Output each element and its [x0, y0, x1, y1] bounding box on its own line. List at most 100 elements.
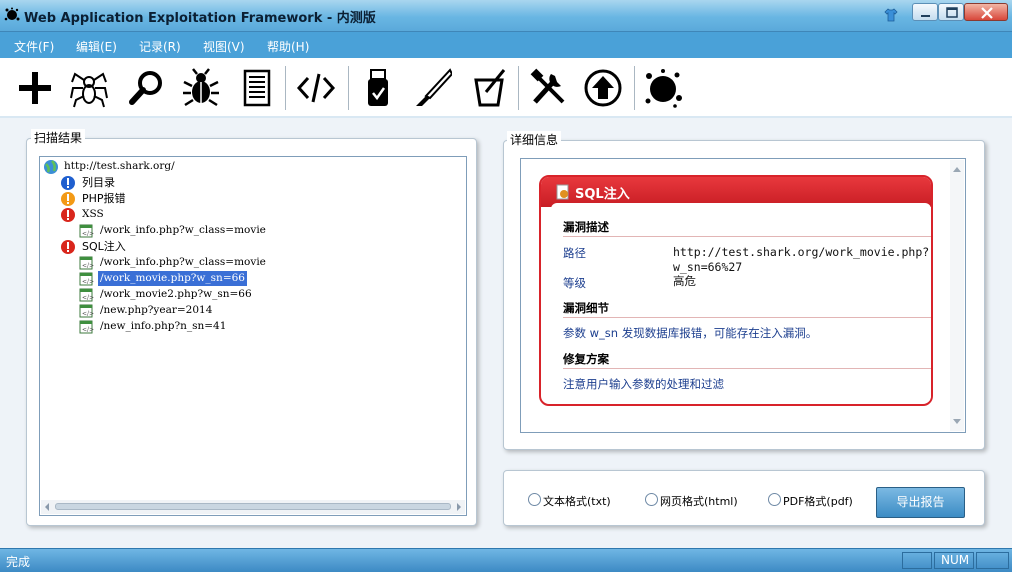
bug-icon	[183, 68, 219, 107]
globe-icon	[44, 160, 58, 174]
tree-node[interactable]: </> /work_info.php?w_class=movie	[78, 223, 338, 239]
tree-node-label: /work_info.php?w_class=movie	[100, 256, 266, 268]
scroll-down-icon[interactable]	[953, 419, 961, 425]
scroll-right-icon[interactable]	[455, 503, 463, 511]
page-icon: </>	[79, 304, 94, 318]
tools-button[interactable]	[526, 64, 572, 112]
splat-icon	[645, 69, 682, 108]
notepad-button[interactable]	[234, 64, 280, 112]
radio-circle[interactable]	[768, 493, 781, 506]
close-button[interactable]	[964, 3, 1008, 21]
scroll-up-icon[interactable]	[953, 166, 961, 172]
svg-text:</>: </>	[82, 311, 94, 318]
tree-node[interactable]: SQL注入	[60, 239, 260, 255]
spider-button[interactable]	[66, 64, 112, 112]
info-icon	[61, 176, 75, 190]
svg-text:</>: </>	[82, 263, 94, 270]
search-button[interactable]	[124, 64, 170, 112]
format-pdf-label: PDF格式(pdf)	[783, 495, 853, 508]
toolbar-separator	[348, 66, 349, 110]
error-icon	[61, 208, 75, 222]
export-report-button[interactable]: 导出报告	[876, 487, 965, 518]
tree-node[interactable]: </> /new_info.php?n_sn=41	[78, 319, 338, 335]
tree-node-label: /new_info.php?n_sn=41	[100, 320, 227, 332]
section-divider	[563, 317, 931, 318]
add-button[interactable]	[12, 64, 58, 112]
tree-root-label: http://test.shark.org/	[64, 160, 175, 172]
tree-node[interactable]: PHP报错	[60, 191, 260, 207]
radio-circle[interactable]	[528, 493, 541, 506]
tree-node[interactable]: </> /new.php?year=2014	[78, 303, 338, 319]
add-icon	[19, 72, 51, 104]
level-label: 等级	[563, 276, 586, 290]
toolbar	[0, 58, 1012, 118]
tree-node[interactable]: XSS	[60, 207, 260, 223]
maximize-button[interactable]	[938, 3, 964, 21]
scroll-left-icon[interactable]	[43, 503, 51, 511]
scrollbar-thumb[interactable]	[55, 503, 451, 510]
vuln-card: SQL注入 漏洞描述 路径 http://test.shark.org/work…	[539, 175, 933, 406]
radio-circle[interactable]	[645, 493, 658, 506]
menu-edit[interactable]: 编辑(E)	[76, 38, 117, 55]
skin-icon[interactable]	[883, 7, 899, 23]
minimize-button[interactable]	[912, 3, 938, 21]
code-button[interactable]	[293, 64, 339, 112]
tree-node-label: XSS	[82, 208, 104, 220]
format-txt-label: 文本格式(txt)	[543, 495, 611, 508]
cup-button[interactable]	[465, 64, 511, 112]
spider-icon	[70, 72, 108, 108]
vuln-card-body: 漏洞描述 路径 http://test.shark.org/work_movie…	[551, 203, 931, 403]
tree-node-selected[interactable]: </> /work_movie.php?w_sn=66	[78, 270, 338, 287]
vuln-doc-icon	[556, 184, 569, 200]
upload-icon	[584, 69, 622, 107]
fix-text: 注意用户输入参数的处理和过滤	[563, 377, 724, 391]
vertical-scrollbar[interactable]	[950, 160, 964, 431]
svg-text:</>: </>	[82, 231, 94, 238]
menu-record[interactable]: 记录(R)	[139, 38, 181, 55]
tree-node-label: PHP报错	[82, 192, 126, 205]
window-title: Web Application Exploitation Framework -…	[24, 11, 376, 26]
path-label: 路径	[563, 246, 586, 260]
horizontal-scrollbar[interactable]	[41, 500, 465, 514]
tree-node-label: /work_movie.php?w_sn=66	[97, 270, 248, 287]
bug-button[interactable]	[178, 64, 224, 112]
menu-view[interactable]: 视图(V)	[203, 38, 245, 55]
level-value: 高危	[673, 274, 696, 288]
section-fix-title: 修复方案	[563, 352, 609, 366]
tree-node[interactable]: 列目录	[60, 175, 260, 191]
warning-icon	[61, 192, 75, 206]
status-pane	[902, 552, 932, 569]
upload-button[interactable]	[580, 64, 626, 112]
knife-button[interactable]	[409, 64, 455, 112]
usb-drive-icon	[368, 69, 388, 106]
section-divider	[563, 368, 931, 369]
tools-icon	[530, 68, 565, 104]
scan-results-tree[interactable]: http://test.shark.org/ 列目录 PHP报错 XSS </>…	[39, 156, 467, 516]
tree-node-label: SQL注入	[82, 240, 126, 253]
code-icon	[296, 73, 336, 103]
splat-button[interactable]	[640, 64, 686, 112]
page-icon: </>	[79, 320, 94, 334]
cup-icon	[474, 69, 506, 107]
svg-text:</>: </>	[82, 327, 94, 334]
status-pane	[976, 552, 1009, 569]
page-icon: </>	[79, 256, 94, 270]
scan-results-title: 扫描结果	[31, 129, 86, 146]
tree-node[interactable]: </> /work_info.php?w_class=movie	[78, 255, 338, 271]
tree-root[interactable]: http://test.shark.org/	[42, 159, 342, 175]
status-bar: 完成 NUM	[0, 548, 1012, 572]
menu-help[interactable]: 帮助(H)	[267, 38, 309, 55]
tree-node-label: /work_movie2.php?w_sn=66	[100, 288, 252, 300]
knife-icon	[416, 68, 452, 106]
app-splat-icon	[4, 7, 20, 21]
details-view: SQL注入 漏洞描述 路径 http://test.shark.org/work…	[520, 158, 966, 433]
toolbar-separator	[634, 66, 635, 110]
menu-file[interactable]: 文件(F)	[14, 38, 54, 55]
tree-node-label: /new.php?year=2014	[100, 304, 213, 316]
usb-button[interactable]	[355, 64, 401, 112]
tree-node[interactable]: </> /work_movie2.php?w_sn=66	[78, 287, 338, 303]
path-value-line2: w_sn=66%27	[673, 260, 743, 274]
page-icon: </>	[79, 272, 94, 286]
page-icon: </>	[79, 288, 94, 302]
details-title: 详细信息	[507, 131, 562, 148]
